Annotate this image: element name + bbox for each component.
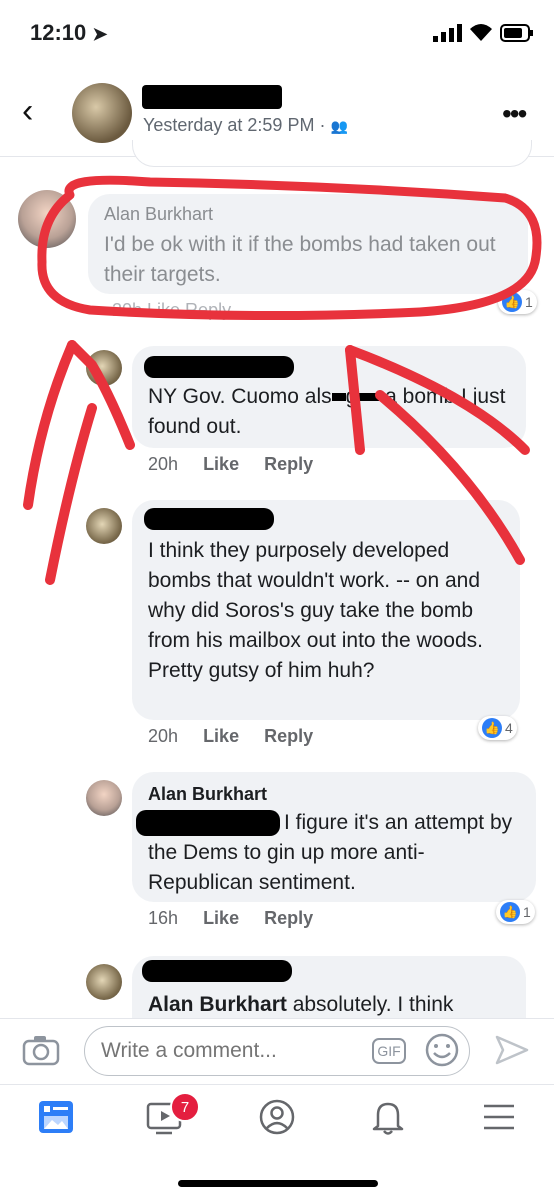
comment-input[interactable] — [84, 1026, 470, 1076]
home-indicator — [178, 1180, 378, 1187]
news-feed-tab-icon[interactable] — [38, 1100, 74, 1139]
profile-tab-icon[interactable] — [258, 1098, 296, 1141]
watch-notification-badge: 7 — [170, 1092, 200, 1122]
menu-tab-icon[interactable] — [482, 1103, 516, 1136]
camera-icon[interactable] — [22, 1034, 60, 1071]
notifications-tab-icon[interactable] — [370, 1098, 406, 1141]
gif-button[interactable]: GIF — [372, 1038, 406, 1064]
send-icon[interactable] — [494, 1034, 530, 1071]
emoji-icon[interactable] — [424, 1032, 460, 1073]
